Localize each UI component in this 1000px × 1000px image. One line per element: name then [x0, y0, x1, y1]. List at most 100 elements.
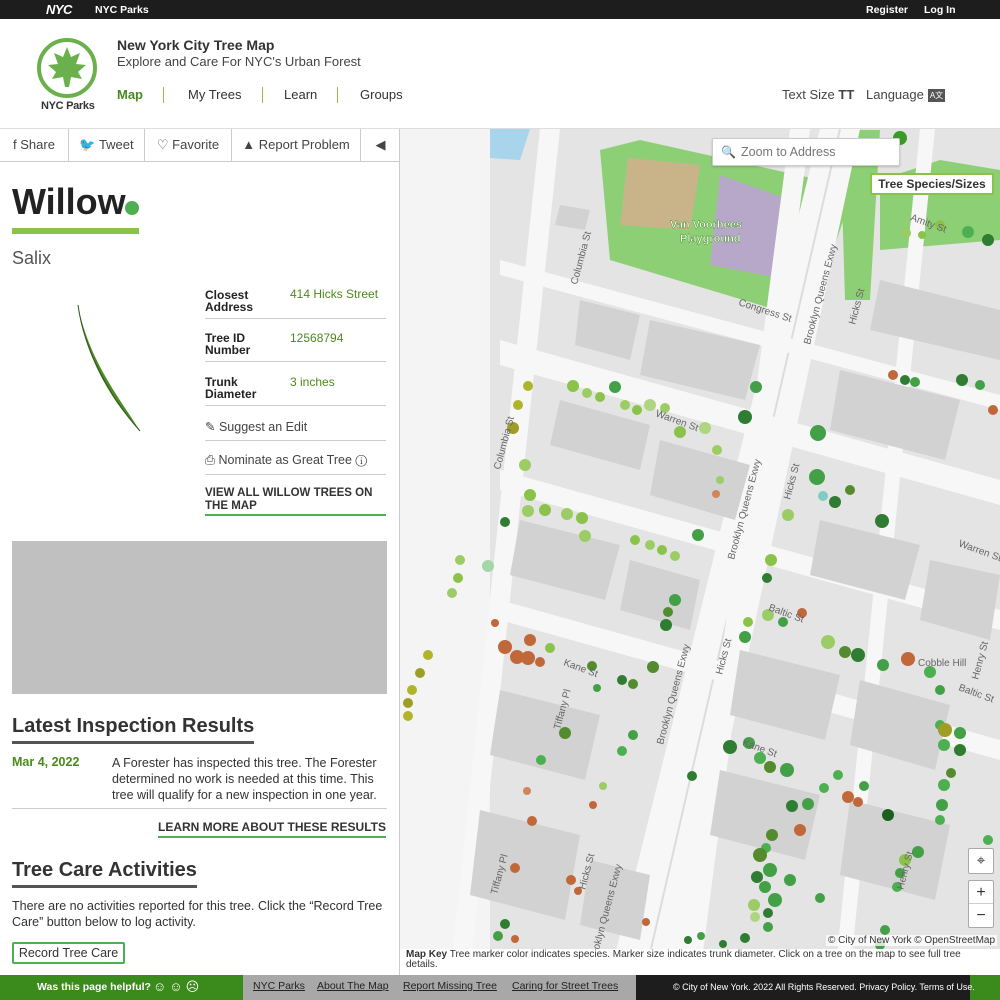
- locate-me-button[interactable]: ⌖: [968, 848, 994, 874]
- neutral-face-icon[interactable]: ☺: [169, 979, 185, 994]
- top-bar: NYC NYC Parks Register Log In: [0, 0, 1000, 19]
- inspection-heading: Latest Inspection Results: [12, 715, 255, 744]
- nominate-label: Nominate as Great Tree: [218, 453, 352, 467]
- report-label: Report Problem: [258, 137, 350, 152]
- learn-more-results-link[interactable]: LEARN MORE ABOUT THESE RESULTS: [157, 820, 386, 838]
- warning-icon: ▲: [242, 137, 256, 152]
- record-tree-care-button[interactable]: Record Tree Care: [12, 942, 125, 964]
- search-icon: 🔍: [721, 145, 736, 159]
- footer: Was this page helpful? ☺☺☹ NYC Parks Abo…: [0, 975, 1000, 1000]
- nyc-parks-leaf-logo[interactable]: [36, 37, 98, 99]
- tree-map[interactable]: Van Voorhees Playground Amity St Congres…: [400, 129, 1000, 975]
- info-divider: [205, 318, 386, 319]
- tree-photo-placeholder: [12, 541, 387, 694]
- footer-link-about-map[interactable]: About The Map: [317, 980, 389, 992]
- info-divider: [205, 405, 386, 406]
- favorite-label: Favorite: [172, 137, 220, 152]
- share-label: Share: [20, 137, 55, 152]
- nav-groups[interactable]: Groups: [360, 87, 403, 102]
- tweet-button[interactable]: 🐦 Tweet: [69, 129, 145, 162]
- zoom-in-button[interactable]: +: [969, 881, 993, 904]
- map-key-text: Tree marker color indicates species. Mar…: [406, 949, 961, 970]
- crosshair-icon: ⌖: [976, 852, 986, 869]
- inspection-date: Mar 4, 2022: [12, 755, 80, 769]
- neighborhood-label-cobble-hill: Cobble Hill: [918, 658, 966, 669]
- map-canvas[interactable]: Van Voorhees Playground Amity St Congres…: [400, 129, 1000, 975]
- app-title: New York City Tree Map: [117, 37, 275, 53]
- suggest-edit-label: Suggest an Edit: [218, 420, 308, 434]
- language-icon: A文: [927, 89, 946, 102]
- inspection-divider: [12, 808, 387, 809]
- nav-map[interactable]: Map: [117, 87, 143, 102]
- text-size-button[interactable]: Text Size TT: [782, 87, 854, 102]
- willow-leaf-image: [77, 304, 141, 432]
- search-placeholder: Zoom to Address: [741, 145, 836, 159]
- nominate-great-tree-link[interactable]: ⎙ Nominate as Great Tree ⓘ: [205, 453, 367, 468]
- footer-link-report-missing[interactable]: Report Missing Tree: [403, 980, 497, 992]
- heart-icon: ♡: [156, 137, 169, 152]
- zoom-controls: + −: [968, 880, 994, 928]
- nav-my-trees[interactable]: My Trees: [188, 87, 241, 102]
- tree-id-label: Tree ID Number: [205, 331, 251, 357]
- footer-link-caring[interactable]: Caring for Street Trees: [512, 980, 618, 992]
- species-underline: [12, 228, 139, 234]
- suggest-edit-link[interactable]: ✎ Suggest an Edit: [205, 419, 307, 434]
- tree-detail-panel: f Share 🐦 Tweet ♡ Favorite ▲ Report Prob…: [0, 129, 400, 975]
- tree-care-heading: Tree Care Activities: [12, 859, 197, 888]
- language-label: Language: [866, 87, 924, 102]
- map-attribution[interactable]: © City of New York © OpenStreetMap: [826, 935, 998, 946]
- twitter-icon: 🐦: [79, 137, 96, 152]
- nyc-parks-label: NYC Parks: [41, 100, 95, 112]
- view-all-willow-link[interactable]: VIEW ALL WILLOW TREES ON THE MAP: [205, 487, 386, 516]
- help-icon[interactable]: ⓘ: [355, 453, 367, 467]
- map-key: Map Key Tree marker color indicates spec…: [400, 949, 1000, 975]
- footer-link-nyc-parks[interactable]: NYC Parks: [253, 980, 305, 992]
- sad-face-icon[interactable]: ☹: [186, 979, 203, 994]
- nav-divider: [163, 87, 164, 103]
- printer-icon: ⎙: [205, 453, 216, 467]
- tree-id-value: 12568794: [290, 331, 344, 345]
- feedback-section: Was this page helpful? ☺☺☹: [0, 975, 243, 1000]
- trunk-diameter-label: Trunk Diameter: [205, 375, 257, 401]
- info-divider: [205, 361, 386, 362]
- closest-address-label: Closest Address: [205, 288, 254, 314]
- species-color-dot: [125, 201, 139, 215]
- text-size-icon: TT: [838, 87, 855, 102]
- copyright: © City of New York. 2022 All Rights Rese…: [636, 975, 975, 1000]
- playground-label-2: Playground: [680, 233, 741, 245]
- nav-divider: [337, 87, 338, 103]
- share-button[interactable]: f Share: [0, 129, 69, 162]
- species-name: Willow: [12, 181, 126, 222]
- facebook-icon: f: [13, 137, 17, 152]
- share-bar: f Share 🐦 Tweet ♡ Favorite ▲ Report Prob…: [0, 129, 399, 162]
- info-divider: [205, 440, 386, 441]
- nyc-parks-link[interactable]: NYC Parks: [95, 4, 149, 16]
- feedback-faces[interactable]: ☺☺☹: [153, 979, 202, 995]
- closest-address-value: 414 Hicks Street: [290, 287, 379, 301]
- feedback-question: Was this page helpful?: [37, 981, 151, 993]
- tree-species-sizes-button[interactable]: Tree Species/Sizes: [870, 173, 994, 195]
- favorite-button[interactable]: ♡ Favorite: [145, 129, 232, 162]
- info-divider: [205, 474, 386, 475]
- scientific-name: Salix: [12, 248, 52, 268]
- address-search[interactable]: 🔍 Zoom to Address: [712, 138, 900, 166]
- register-link[interactable]: Register: [866, 4, 908, 16]
- site-header: NYC Parks New York City Tree Map Explore…: [0, 19, 1000, 129]
- collapse-panel-button[interactable]: ◀: [361, 129, 399, 162]
- text-size-label: Text Size: [782, 87, 835, 102]
- app-subtitle: Explore and Care For NYC's Urban Forest: [117, 54, 361, 69]
- nav-divider: [262, 87, 263, 103]
- zoom-out-button[interactable]: −: [969, 904, 993, 927]
- playground-label-1: Van Voorhees: [670, 219, 742, 231]
- caret-left-icon: ◀: [375, 137, 386, 152]
- nyc-logo[interactable]: NYC: [46, 2, 72, 17]
- edit-icon: ✎: [205, 420, 216, 434]
- copyright-text: © City of New York. 2022 All Rights Rese…: [673, 982, 975, 992]
- language-button[interactable]: Language A文: [866, 87, 946, 102]
- happy-face-icon[interactable]: ☺: [153, 979, 169, 994]
- login-link[interactable]: Log In: [924, 4, 956, 16]
- report-problem-button[interactable]: ▲ Report Problem: [232, 129, 361, 162]
- trunk-diameter-value: 3 inches: [290, 375, 335, 389]
- nav-learn[interactable]: Learn: [284, 87, 317, 102]
- footer-links: NYC Parks About The Map Report Missing T…: [243, 975, 636, 1000]
